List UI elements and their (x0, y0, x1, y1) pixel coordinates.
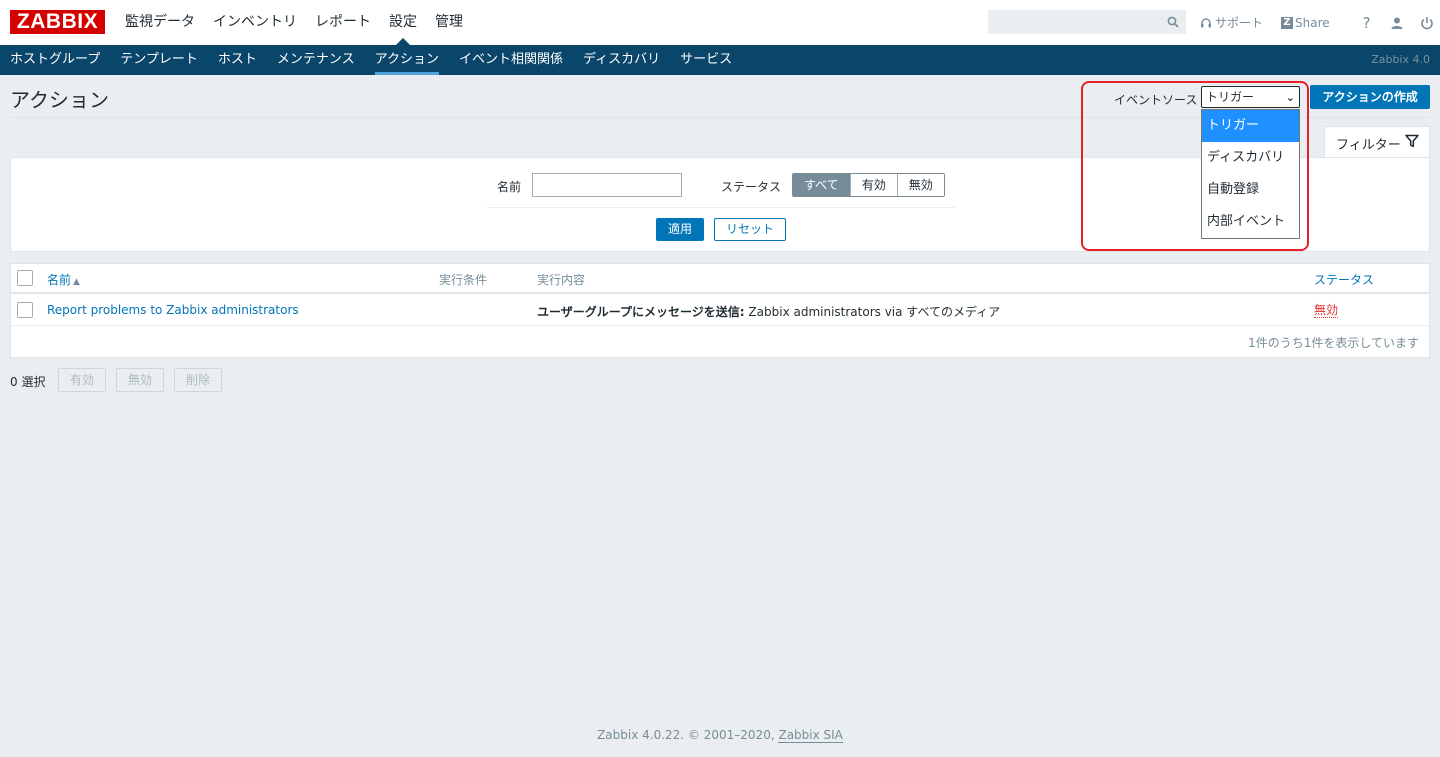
event-source-dropdown: トリガー ディスカバリ 自動登録 内部イベント (1201, 109, 1300, 239)
filter-divider (487, 207, 955, 208)
page-title: アクション (10, 88, 109, 112)
status-segmented-control: すべて 有効 無効 (792, 173, 945, 197)
main-menu-administration[interactable]: 管理 (426, 0, 472, 45)
mass-disable-button[interactable]: 無効 (116, 368, 164, 392)
page-footer: Zabbix 4.0.22. © 2001–2020, Zabbix SIA (0, 728, 1440, 743)
status-option-all[interactable]: すべて (793, 174, 850, 196)
main-menu-inventory[interactable]: インベントリ (204, 0, 306, 45)
sub-menu-services[interactable]: サービス (670, 45, 742, 75)
sub-menu-actions[interactable]: アクション (365, 45, 449, 75)
action-operations: ユーザーグループにメッセージを送信: Zabbix administrators… (537, 303, 1000, 320)
column-status-header[interactable]: ステータス (1314, 271, 1374, 288)
operation-detail: Zabbix administrators via すべてのメディア (744, 305, 1001, 319)
column-name-header[interactable]: 名前 ▲ (47, 271, 80, 288)
row-checkbox[interactable] (17, 302, 33, 318)
status-option-disabled[interactable]: 無効 (896, 174, 944, 196)
actions-table: 名前 ▲ 実行条件 実行内容 ステータス Report problems to Z… (10, 263, 1430, 358)
share-label: Share (1295, 15, 1330, 30)
power-icon[interactable] (1416, 12, 1438, 34)
support-link[interactable]: サポート (1200, 14, 1263, 31)
status-option-enabled[interactable]: 有効 (849, 174, 897, 196)
zabbix-share-icon: Z (1281, 16, 1294, 29)
event-source-value: トリガー (1206, 90, 1255, 104)
create-action-button[interactable]: アクションの作成 (1310, 85, 1430, 109)
user-icon[interactable] (1386, 12, 1408, 34)
operation-type: ユーザーグループにメッセージを送信: (537, 305, 745, 319)
dropdown-option-autoregistration[interactable]: 自動登録 (1202, 174, 1299, 206)
headset-icon (1201, 17, 1211, 27)
footer-link[interactable]: Zabbix SIA (778, 728, 843, 743)
filter-icon (1405, 134, 1419, 148)
reset-button[interactable]: リセット (714, 218, 786, 241)
share-link[interactable]: Z Share (1281, 16, 1330, 30)
sub-menu: ホストグループ テンプレート ホスト メンテナンス アクション イベント相関関係… (0, 45, 1440, 75)
event-source-select[interactable]: トリガー ⌄ (1201, 86, 1300, 108)
table-header: 名前 ▲ 実行条件 実行内容 ステータス (11, 264, 1429, 294)
mass-enable-button[interactable]: 有効 (58, 368, 106, 392)
version-label: Zabbix 4.0 (1371, 53, 1430, 66)
main-menu: 監視データ インベントリ レポート 設定 管理 (116, 0, 472, 45)
table-row: Report problems to Zabbix administrators… (11, 295, 1429, 326)
top-bar: ZABBIX 監視データ インベントリ レポート 設定 管理 サポート Z Sh… (0, 0, 1440, 45)
dropdown-option-internal[interactable]: 内部イベント (1202, 206, 1299, 238)
sub-menu-host-groups[interactable]: ホストグループ (0, 45, 110, 75)
zabbix-logo[interactable]: ZABBIX (10, 10, 105, 34)
apply-button[interactable]: 適用 (656, 218, 704, 241)
support-label: サポート (1215, 16, 1264, 30)
mass-delete-button[interactable]: 削除 (174, 368, 222, 392)
selected-count: 0 選択 (10, 375, 46, 389)
filter-name-input[interactable] (532, 173, 682, 197)
filter-tab-label: フィルター (1336, 138, 1401, 153)
search-icon[interactable] (1167, 16, 1179, 28)
sub-menu-templates[interactable]: テンプレート (110, 45, 208, 75)
dropdown-option-discovery[interactable]: ディスカバリ (1202, 142, 1299, 174)
sub-menu-discovery[interactable]: ディスカバリ (573, 45, 670, 75)
column-name-label: 名前 (47, 273, 72, 287)
global-search-input[interactable] (988, 10, 1186, 34)
event-source-label: イベントソース (1114, 93, 1198, 107)
column-conditions-header: 実行条件 (439, 273, 488, 287)
sort-asc-icon: ▲ (73, 277, 80, 287)
main-menu-configuration[interactable]: 設定 (380, 0, 426, 45)
select-all-checkbox[interactable] (17, 270, 33, 286)
sub-menu-maintenance[interactable]: メンテナンス (267, 45, 365, 75)
filter-status-label: ステータス (721, 180, 782, 194)
filter-tab[interactable]: フィルター (1324, 126, 1430, 158)
table-summary: 1件のうち1件を表示しています (1248, 336, 1419, 350)
top-links: サポート Z Share ? (1200, 0, 1438, 45)
main-menu-monitoring[interactable]: 監視データ (116, 0, 204, 45)
filter-name-label: 名前 (497, 180, 522, 194)
action-name-link[interactable]: Report problems to Zabbix administrators (47, 303, 299, 317)
dropdown-option-trigger[interactable]: トリガー (1202, 110, 1299, 142)
sub-menu-hosts[interactable]: ホスト (208, 45, 267, 75)
footer-text: Zabbix 4.0.22. © 2001–2020, (597, 728, 779, 742)
sub-menu-event-correlation[interactable]: イベント相関関係 (449, 45, 573, 75)
column-operations-header: 実行内容 (537, 273, 586, 287)
help-icon[interactable]: ? (1356, 12, 1378, 34)
status-badge[interactable]: 無効 (1314, 303, 1339, 318)
chevron-down-icon: ⌄ (1285, 91, 1295, 104)
main-menu-reports[interactable]: レポート (306, 0, 380, 45)
